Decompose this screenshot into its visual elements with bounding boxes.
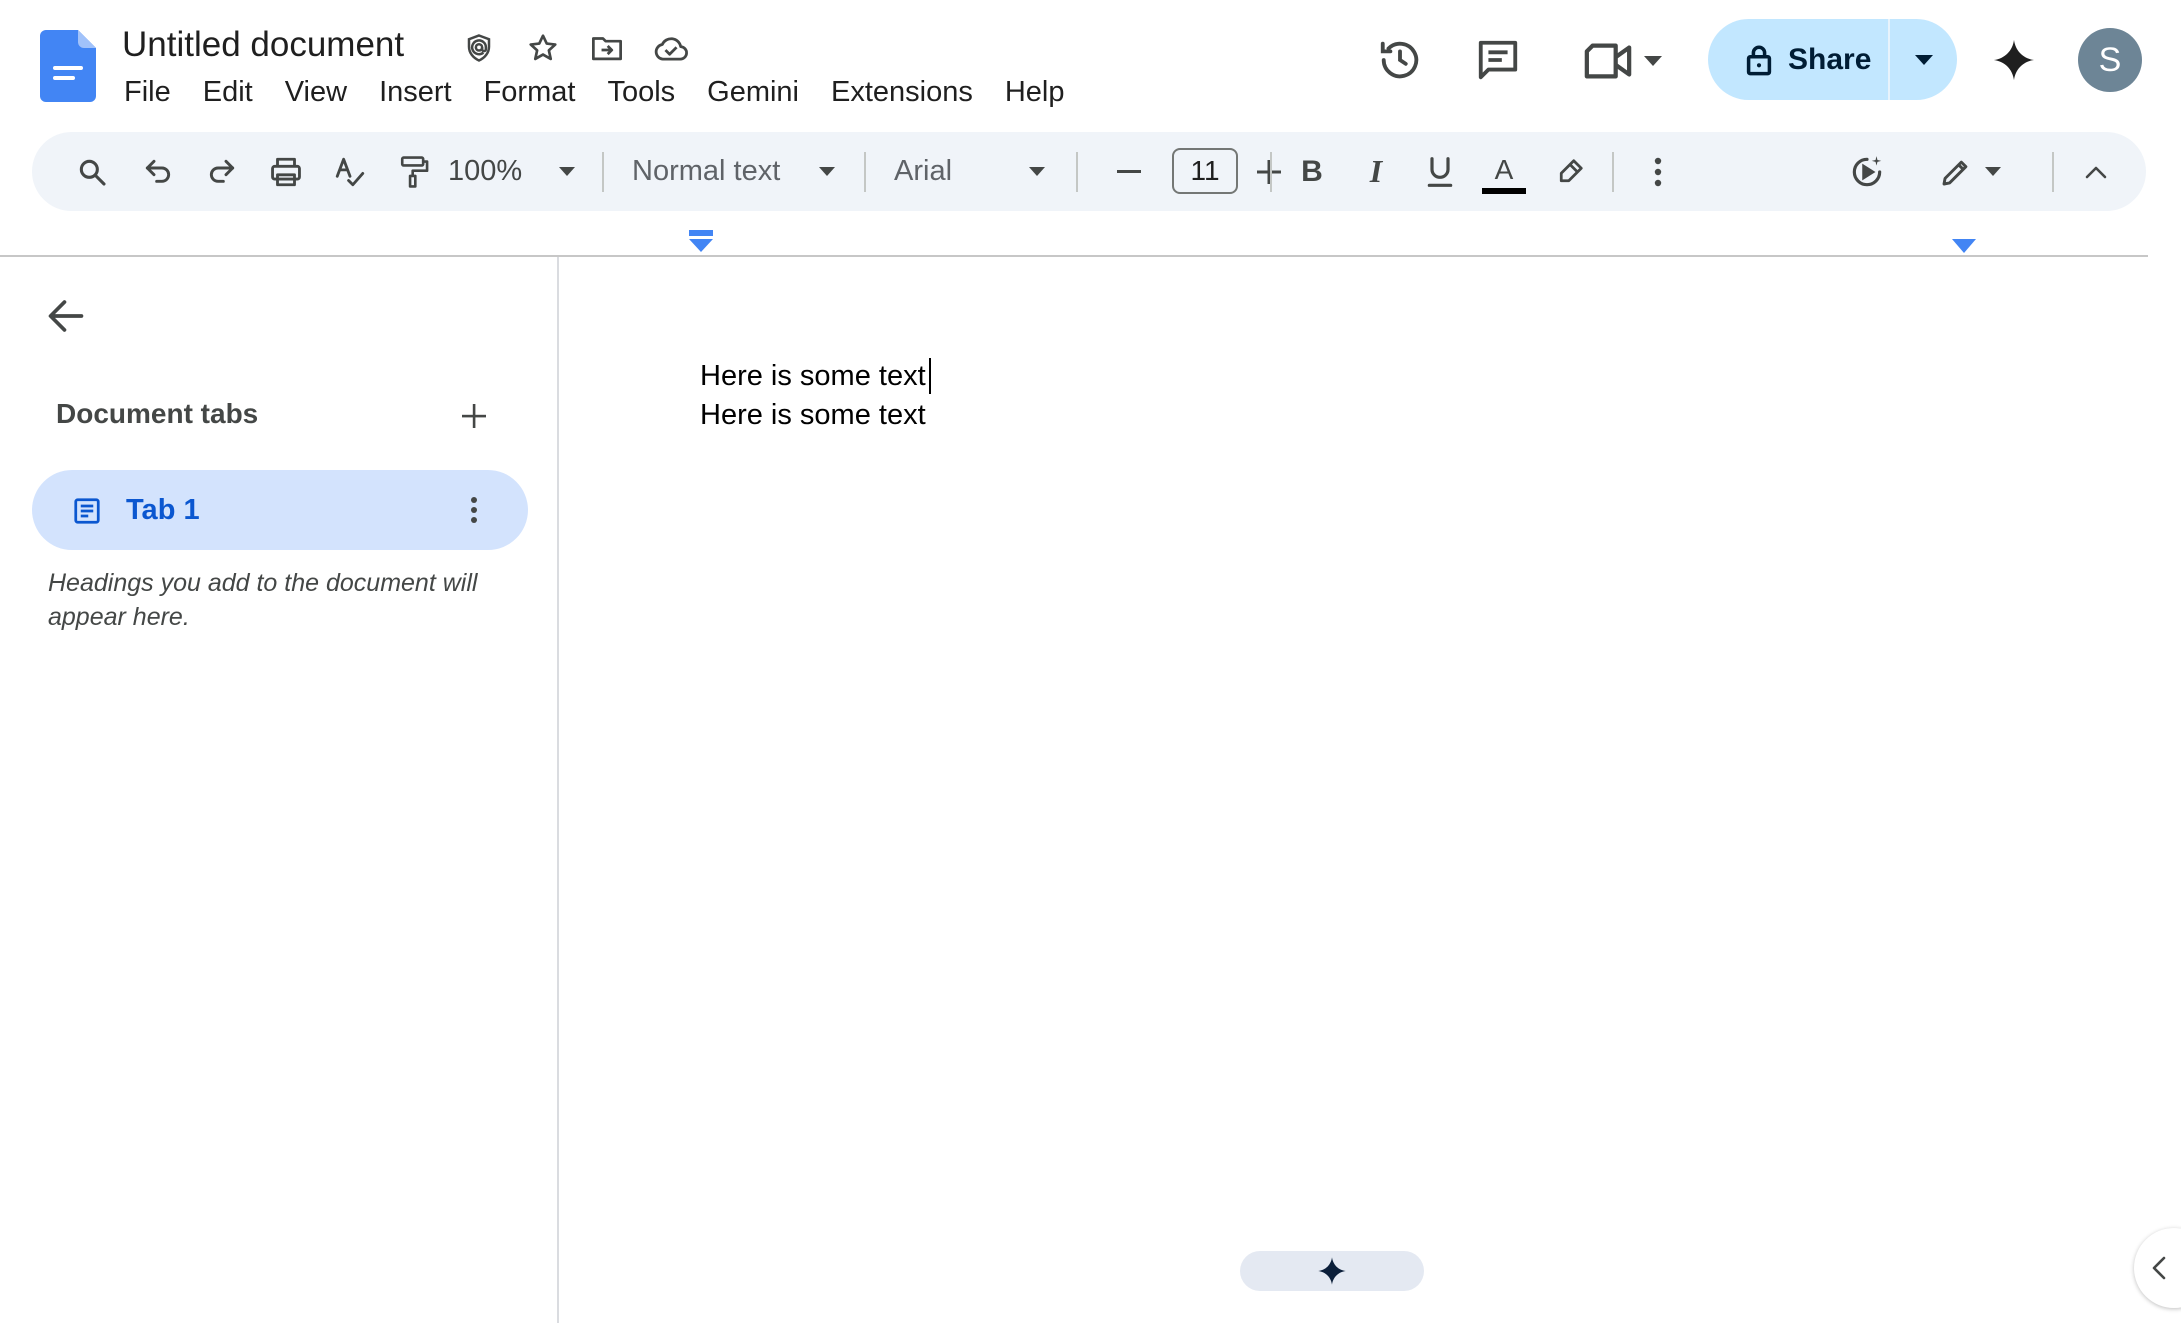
- menu-extensions[interactable]: Extensions: [815, 70, 989, 114]
- font-family-dropdown-icon[interactable]: [1022, 132, 1052, 211]
- menu-insert[interactable]: Insert: [363, 70, 468, 114]
- gemini-help-me-write-button[interactable]: [1240, 1251, 1424, 1291]
- collapse-menus-icon[interactable]: [2068, 132, 2124, 211]
- sidebar-divider: [557, 257, 559, 1323]
- bold-icon[interactable]: B: [1284, 132, 1340, 211]
- redo-icon[interactable]: [194, 132, 250, 211]
- lock-icon: [1746, 44, 1772, 76]
- document-text-line[interactable]: Here is some text: [700, 356, 926, 396]
- print-icon[interactable]: [258, 132, 314, 211]
- side-panel-expand-button[interactable]: [2134, 1228, 2181, 1308]
- share-dropdown-button[interactable]: [1890, 19, 1957, 100]
- docs-logo[interactable]: [40, 30, 96, 102]
- menu-file[interactable]: File: [108, 70, 187, 114]
- cloud-saved-icon[interactable]: [652, 29, 690, 67]
- toolbar-divider: [1612, 152, 1614, 192]
- sidebar-tab-label: Tab 1: [126, 494, 200, 526]
- menu-tools[interactable]: Tools: [591, 70, 691, 114]
- meet-dropdown-icon[interactable]: [1640, 48, 1666, 74]
- paragraph-style-select[interactable]: Normal text: [632, 132, 842, 211]
- gemini-sparkle-icon: [1317, 1256, 1347, 1286]
- tab-options-icon[interactable]: [456, 492, 492, 528]
- meet-camera-icon[interactable]: [1580, 34, 1636, 88]
- zoom-dropdown-icon[interactable]: [552, 132, 582, 211]
- text-color-icon[interactable]: A: [1476, 132, 1532, 211]
- highlight-color-icon[interactable]: [1542, 132, 1598, 211]
- comments-icon[interactable]: [1468, 30, 1528, 90]
- menu-help[interactable]: Help: [989, 70, 1081, 114]
- document-tabs-heading: Document tabs: [56, 398, 259, 429]
- smart-compose-icon[interactable]: [1832, 132, 1902, 211]
- headings-hint: Headings you add to the document will ap…: [48, 569, 478, 631]
- search-menus-icon[interactable]: [64, 132, 120, 211]
- share-button[interactable]: Share: [1708, 19, 1888, 100]
- version-history-icon[interactable]: [1370, 30, 1430, 90]
- share-label: Share: [1788, 42, 1872, 76]
- font-family-value: Arial: [894, 155, 953, 187]
- gemini-sparkle-icon[interactable]: [1984, 30, 2044, 90]
- decrease-font-size-icon[interactable]: [1106, 132, 1152, 211]
- underline-icon[interactable]: [1412, 132, 1468, 211]
- chevron-down-icon: [1914, 54, 1933, 65]
- menu-gemini[interactable]: Gemini: [691, 70, 815, 114]
- star-icon[interactable]: [524, 29, 562, 67]
- document-text-line[interactable]: Here is some text: [700, 395, 926, 435]
- spellcheck-icon[interactable]: [322, 132, 378, 211]
- toolbar-divider: [864, 152, 866, 192]
- menu-view[interactable]: View: [269, 70, 363, 114]
- formatting-toolbar: 100% Normal text Arial 11 B I A: [32, 132, 2146, 211]
- paragraph-style-value: Normal text: [632, 155, 781, 187]
- move-to-folder-icon[interactable]: [588, 29, 626, 67]
- toolbar-divider: [1076, 152, 1078, 192]
- ruler: [0, 255, 2148, 257]
- undo-icon[interactable]: [130, 132, 186, 211]
- chevron-left-icon: [2152, 1256, 2166, 1280]
- paint-format-icon[interactable]: [386, 132, 442, 211]
- zoom-select[interactable]: 100%: [448, 132, 532, 211]
- paragraph-style-dropdown-icon[interactable]: [812, 132, 842, 211]
- text-color-swatch: [1482, 187, 1526, 194]
- more-options-icon[interactable]: [1630, 132, 1686, 211]
- menu-format[interactable]: Format: [468, 70, 592, 114]
- security-shield-icon[interactable]: [460, 29, 498, 67]
- toolbar-divider: [2052, 152, 2054, 192]
- sidebar-tab-1[interactable]: [32, 470, 528, 550]
- account-avatar[interactable]: S: [2078, 28, 2142, 92]
- toolbar-divider: [1270, 152, 1272, 192]
- left-indent-marker[interactable]: [688, 230, 714, 254]
- right-indent-marker[interactable]: [1951, 238, 1977, 254]
- editing-mode-dropdown-icon[interactable]: [1978, 132, 2008, 211]
- text-cursor: [929, 358, 931, 394]
- font-size-input[interactable]: 11: [1172, 148, 1238, 194]
- back-arrow-icon[interactable]: [42, 292, 90, 340]
- toolbar-divider: [602, 152, 604, 192]
- document-title[interactable]: Untitled document: [122, 22, 404, 68]
- zoom-value: 100%: [448, 155, 523, 187]
- menu-bar: File Edit View Insert Format Tools Gemin…: [108, 70, 1081, 114]
- menu-edit[interactable]: Edit: [187, 70, 269, 114]
- italic-icon[interactable]: I: [1348, 132, 1404, 211]
- add-tab-icon[interactable]: [454, 396, 494, 436]
- document-tab-icon: [70, 494, 104, 528]
- editing-mode-pencil-icon[interactable]: [1928, 132, 1984, 211]
